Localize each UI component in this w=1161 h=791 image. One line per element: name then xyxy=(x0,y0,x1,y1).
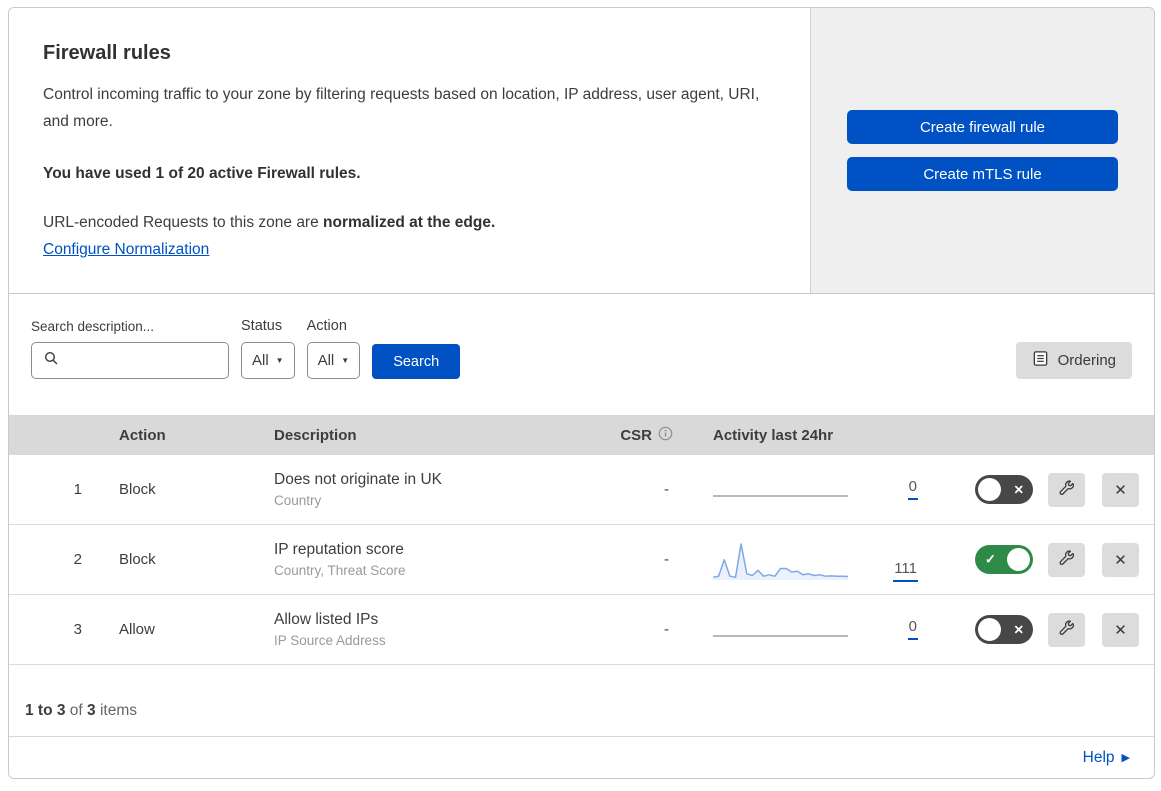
action-selected-value: All xyxy=(317,352,335,369)
rule-csr: - xyxy=(664,621,669,638)
edit-rule-button[interactable] xyxy=(1048,542,1085,577)
activity-flatline xyxy=(713,494,848,500)
cross-icon: ✕ xyxy=(1013,482,1024,497)
create-mtls-rule-button[interactable]: Create mTLS rule xyxy=(847,157,1118,191)
normalization-note: URL-encoded Requests to this zone are no… xyxy=(43,214,496,232)
action-select[interactable]: All ▼ xyxy=(306,342,361,379)
rule-number: 1 xyxy=(73,481,82,498)
filter-bar: Search description... Status All ▼ Actio… xyxy=(9,294,1154,415)
check-icon: ✓ xyxy=(985,551,996,567)
rule-description: Allow listed IPs xyxy=(274,611,379,628)
edit-rule-button[interactable] xyxy=(1048,472,1085,507)
x-icon: ✕ xyxy=(1114,481,1127,499)
table-row: 3 Allow Allow listed IPs IP Source Addre… xyxy=(9,595,1154,665)
search-icon xyxy=(43,350,59,371)
delete-rule-button[interactable]: ✕ xyxy=(1102,542,1139,577)
chevron-down-icon: ▼ xyxy=(275,356,284,365)
page-description: Control incoming traffic to your zone by… xyxy=(43,86,760,131)
column-header-csr: CSR xyxy=(597,426,697,445)
status-field-group: Status All ▼ xyxy=(241,318,295,379)
cross-icon: ✕ xyxy=(1013,622,1024,637)
rule-description-cell: Allow listed IPs IP Source Address xyxy=(274,611,597,648)
rule-description: IP reputation score xyxy=(274,541,404,558)
rule-enabled-toggle[interactable]: ✓ ✕ xyxy=(975,545,1033,574)
firewall-rules-card: Firewall rules Control incoming traffic … xyxy=(8,7,1155,779)
rule-activity-cell: 111 xyxy=(697,538,947,582)
table-header-row: Action Description CSR Activity last 24h… xyxy=(9,415,1154,455)
search-input[interactable] xyxy=(31,342,229,379)
search-label: Search description... xyxy=(31,319,155,334)
configure-normalization-link[interactable]: Configure Normalization xyxy=(43,241,209,259)
x-icon: ✕ xyxy=(1114,551,1127,569)
toggle-knob xyxy=(1007,548,1030,571)
wrench-icon xyxy=(1058,479,1075,500)
list-document-icon xyxy=(1032,350,1049,371)
action-field-group: Action All ▼ xyxy=(306,318,361,379)
header-section: Firewall rules Control incoming traffic … xyxy=(9,8,1154,294)
toggle-knob xyxy=(978,478,1001,501)
rule-activity-cell: 0 xyxy=(697,619,947,640)
activity-count-link[interactable]: 111 xyxy=(893,560,918,582)
status-select[interactable]: All ▼ xyxy=(241,342,295,379)
action-label: Action xyxy=(306,318,347,334)
chevron-down-icon: ▼ xyxy=(341,356,350,365)
column-header-action: Action xyxy=(119,426,166,444)
arrow-right-icon: ▶ xyxy=(1121,752,1130,764)
wrench-icon xyxy=(1058,619,1075,640)
edit-rule-button[interactable] xyxy=(1048,612,1085,647)
ordering-button-label: Ordering xyxy=(1057,352,1116,369)
page-title: Firewall rules xyxy=(43,42,171,64)
rule-description-cell: Does not originate in UK Country xyxy=(274,471,597,508)
rule-controls: ✓ ✕ ✕ xyxy=(947,472,1154,507)
table-row: 1 Block Does not originate in UK Country… xyxy=(9,455,1154,525)
activity-count-link[interactable]: 0 xyxy=(907,619,918,640)
pagination-range: 1 to 3 xyxy=(25,702,66,719)
delete-rule-button[interactable]: ✕ xyxy=(1102,612,1139,647)
rule-criteria: Country xyxy=(274,493,322,508)
rule-criteria: Country, Threat Score xyxy=(274,563,406,578)
rule-criteria: IP Source Address xyxy=(274,633,386,648)
rule-number: 3 xyxy=(73,621,82,638)
activity-flatline xyxy=(713,634,848,640)
usage-summary: You have used 1 of 20 active Firewall ru… xyxy=(43,165,361,183)
x-icon: ✕ xyxy=(1114,621,1127,639)
column-header-description: Description xyxy=(274,426,357,444)
toggle-knob xyxy=(978,618,1001,641)
rule-enabled-toggle[interactable]: ✓ ✕ xyxy=(975,615,1033,644)
rule-controls: ✓ ✕ ✕ xyxy=(947,612,1154,647)
activity-count-link[interactable]: 0 xyxy=(907,479,918,500)
rule-csr: - xyxy=(664,481,669,498)
rule-action: Allow xyxy=(119,621,155,638)
rule-number: 2 xyxy=(73,551,82,568)
activity-sparkline xyxy=(713,538,848,582)
rule-activity-cell: 0 xyxy=(697,479,947,500)
pagination-summary: 1 to 3 of 3 items xyxy=(25,702,137,719)
ordering-button[interactable]: Ordering xyxy=(1015,342,1132,379)
delete-rule-button[interactable]: ✕ xyxy=(1102,472,1139,507)
action-panel: Create firewall rule Create mTLS rule xyxy=(810,8,1154,293)
header-text-area: Firewall rules Control incoming traffic … xyxy=(9,8,810,293)
rule-enabled-toggle[interactable]: ✓ ✕ xyxy=(975,475,1033,504)
rule-description-cell: IP reputation score Country, Threat Scor… xyxy=(274,541,597,578)
wrench-icon xyxy=(1058,549,1075,570)
rule-action: Block xyxy=(119,481,156,498)
rule-description: Does not originate in UK xyxy=(274,471,443,488)
rule-action: Block xyxy=(119,551,156,568)
rule-csr: - xyxy=(664,551,669,568)
pagination-total: 3 xyxy=(87,702,96,719)
column-header-activity: Activity last 24hr xyxy=(713,426,834,444)
info-icon[interactable] xyxy=(658,426,673,445)
rule-controls: ✓ ✕ ✕ xyxy=(947,542,1154,577)
help-row: Help ▶ xyxy=(9,736,1154,778)
status-selected-value: All xyxy=(252,352,269,369)
status-label: Status xyxy=(241,318,283,334)
create-firewall-rule-button[interactable]: Create firewall rule xyxy=(847,110,1118,144)
search-field-group: Search description... xyxy=(31,319,229,379)
table-row: 2 Block IP reputation score Country, Thr… xyxy=(9,525,1154,595)
help-link[interactable]: Help ▶ xyxy=(1083,749,1130,767)
search-button[interactable]: Search xyxy=(372,344,461,379)
